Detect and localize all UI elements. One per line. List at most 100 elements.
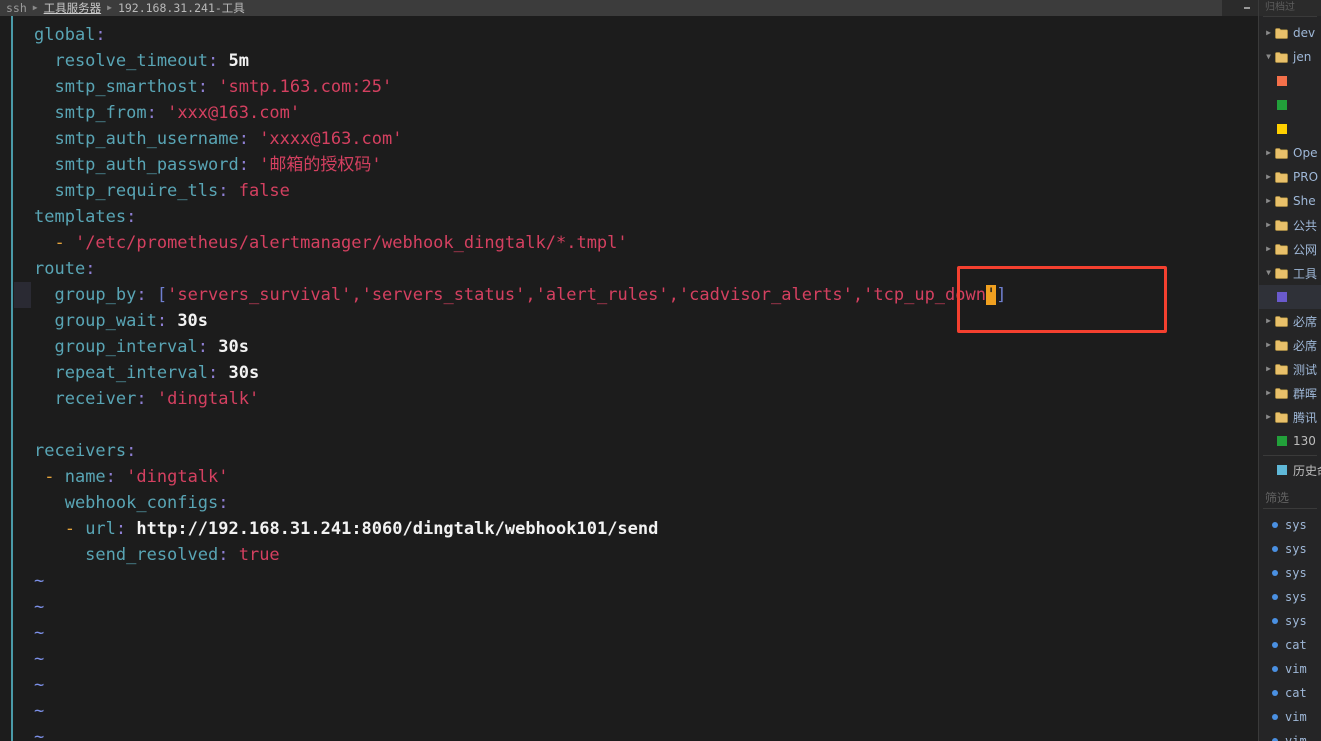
- code-token: :: [126, 441, 137, 461]
- code-token: ~: [34, 571, 45, 591]
- history-section-title[interactable]: ▸ 历史命: [1259, 458, 1321, 482]
- square-icon: [1274, 100, 1289, 110]
- code-line: - name: 'dingtalk': [0, 464, 1006, 490]
- code-token: -: [34, 519, 86, 539]
- tree-item[interactable]: ▶ 腾讯: [1259, 405, 1321, 429]
- tree-item-label: 公网: [1293, 242, 1318, 257]
- code-line: - '/etc/prometheus/alertmanager/webhook_…: [0, 230, 1006, 256]
- history-item[interactable]: sys: [1259, 513, 1321, 537]
- code-token: '邮箱的授权码': [259, 155, 382, 175]
- code-token: ~: [34, 649, 45, 669]
- code-token: ~: [34, 675, 45, 695]
- more-vertical-icon[interactable]: [1238, 0, 1256, 16]
- code-line: route:: [0, 256, 1006, 282]
- breadcrumb[interactable]: ssh ▶ 工具服务器 ▶ 192.168.31.241-工具: [0, 0, 1216, 16]
- folder-icon: [1274, 147, 1289, 159]
- breadcrumb-item-1[interactable]: 工具服务器: [41, 0, 105, 16]
- tree-item[interactable]: ▶ 公共: [1259, 213, 1321, 237]
- code-token: false: [238, 181, 290, 201]
- chevron-right-icon[interactable]: ▶: [1263, 29, 1274, 37]
- code-token: 'servers_survival': [167, 285, 352, 305]
- code-token: :: [126, 207, 137, 227]
- session-tree[interactable]: ▶dev▼jen▶▶▶▶Ope▶PRO▶She▶公共▶公网▼工具▶▶必席▶必席▶…: [1259, 19, 1321, 453]
- history-item[interactable]: sys: [1259, 585, 1321, 609]
- folder-icon: [1274, 339, 1289, 351]
- chevron-right-icon[interactable]: ▶: [1263, 341, 1274, 349]
- tree-item[interactable]: ▶ 测试: [1259, 357, 1321, 381]
- code-line: ~: [0, 594, 1006, 620]
- folder-icon: [1274, 171, 1289, 183]
- spacer: ▶: [1263, 125, 1274, 133]
- history-item[interactable]: vim: [1259, 705, 1321, 729]
- chevron-right-icon[interactable]: ▶: [1263, 173, 1274, 181]
- folder-icon: [1274, 219, 1289, 231]
- code-line: send_resolved: true: [0, 542, 1006, 568]
- breadcrumb-item-0[interactable]: ssh: [3, 0, 30, 16]
- chevron-down-icon[interactable]: ▼: [1263, 269, 1274, 277]
- code-token: ,: [351, 285, 362, 305]
- code-token: 'cadvisor_alerts': [678, 285, 853, 305]
- history-item[interactable]: sys: [1259, 561, 1321, 585]
- history-filter-box[interactable]: 筛选: [1263, 486, 1317, 509]
- code-line: smtp_smarthost: 'smtp.163.com:25': [0, 74, 1006, 100]
- history-list[interactable]: sys sys sys sys sys cat vim cat vim vim: [1259, 509, 1321, 741]
- code-editor[interactable]: global: resolve_timeout: 5m smtp_smartho…: [0, 16, 1258, 741]
- history-item[interactable]: cat: [1259, 633, 1321, 657]
- code-token: :: [218, 545, 239, 565]
- folder-icon: [1274, 243, 1289, 255]
- tree-item[interactable]: ▶ 130: [1259, 429, 1321, 453]
- tree-item[interactable]: ▶: [1259, 285, 1321, 309]
- tree-item[interactable]: ▶ 公网: [1259, 237, 1321, 261]
- right-sidebar: 归档过 ▶ dev ▼ jen ▶ ▶ ▶ ▶ Ope ▶ PRO ▶ She ▶ 公共 ▶ 公网 ▼ 工具 ▶ ▶ 必席…: [1258, 0, 1321, 741]
- chevron-right-icon[interactable]: ▶: [1263, 389, 1274, 397]
- code-token: true: [238, 545, 280, 565]
- sidebar-divider: [1263, 16, 1317, 17]
- code-line: receivers:: [0, 438, 1006, 464]
- code-token: group_interval: [34, 337, 198, 357]
- history-item-label: sys: [1285, 542, 1307, 556]
- spacer: ▶: [1263, 77, 1274, 85]
- tree-item[interactable]: ▶: [1259, 117, 1321, 141]
- tree-item-label: 测试: [1293, 362, 1318, 377]
- tree-item[interactable]: ▶ 必席: [1259, 309, 1321, 333]
- code-line: smtp_from: 'xxx@163.com': [0, 100, 1006, 126]
- code-token: route: [34, 259, 86, 279]
- history-item[interactable]: vim: [1259, 729, 1321, 741]
- code-token: receivers: [34, 441, 127, 461]
- chevron-right-icon[interactable]: ▶: [1263, 317, 1274, 325]
- breadcrumb-item-2[interactable]: 192.168.31.241-工具: [115, 0, 248, 16]
- chevron-right-icon[interactable]: ▶: [1263, 221, 1274, 229]
- code-token: :: [238, 129, 260, 149]
- history-item[interactable]: sys: [1259, 537, 1321, 561]
- tree-item[interactable]: ▶: [1259, 93, 1321, 117]
- code-token: :: [105, 467, 127, 487]
- code-token: smtp_from: [34, 103, 147, 123]
- tree-item[interactable]: ▶ 必席: [1259, 333, 1321, 357]
- tree-item-label: 必席: [1293, 338, 1318, 353]
- code-token: -: [34, 233, 75, 253]
- tree-item[interactable]: ▼ 工具: [1259, 261, 1321, 285]
- editor-scrollbar[interactable]: [11, 16, 13, 741]
- chevron-right-icon[interactable]: ▶: [1263, 149, 1274, 157]
- folder-icon: [1274, 267, 1289, 279]
- chevron-right-icon[interactable]: ▶: [1263, 365, 1274, 373]
- tree-item[interactable]: ▶ dev: [1259, 21, 1321, 45]
- tree-item[interactable]: ▼ jen: [1259, 45, 1321, 69]
- chevron-right-icon[interactable]: ▶: [1263, 413, 1274, 421]
- tree-item-label: 腾讯: [1293, 410, 1318, 425]
- tree-item[interactable]: ▶ 群晖: [1259, 381, 1321, 405]
- history-item[interactable]: cat: [1259, 681, 1321, 705]
- code-token: repeat_interval: [34, 363, 208, 383]
- code-token: smtp_auth_username: [34, 129, 239, 149]
- code-line: webhook_configs:: [0, 490, 1006, 516]
- tree-item[interactable]: ▶ Ope: [1259, 141, 1321, 165]
- tree-item[interactable]: ▶ She: [1259, 189, 1321, 213]
- chevron-right-icon[interactable]: ▶: [1263, 197, 1274, 205]
- chevron-down-icon[interactable]: ▼: [1263, 53, 1274, 61]
- history-item[interactable]: sys: [1259, 609, 1321, 633]
- folder-icon: [1274, 27, 1289, 39]
- tree-item[interactable]: ▶: [1259, 69, 1321, 93]
- chevron-right-icon[interactable]: ▶: [1263, 245, 1274, 253]
- tree-item[interactable]: ▶ PRO: [1259, 165, 1321, 189]
- history-item[interactable]: vim: [1259, 657, 1321, 681]
